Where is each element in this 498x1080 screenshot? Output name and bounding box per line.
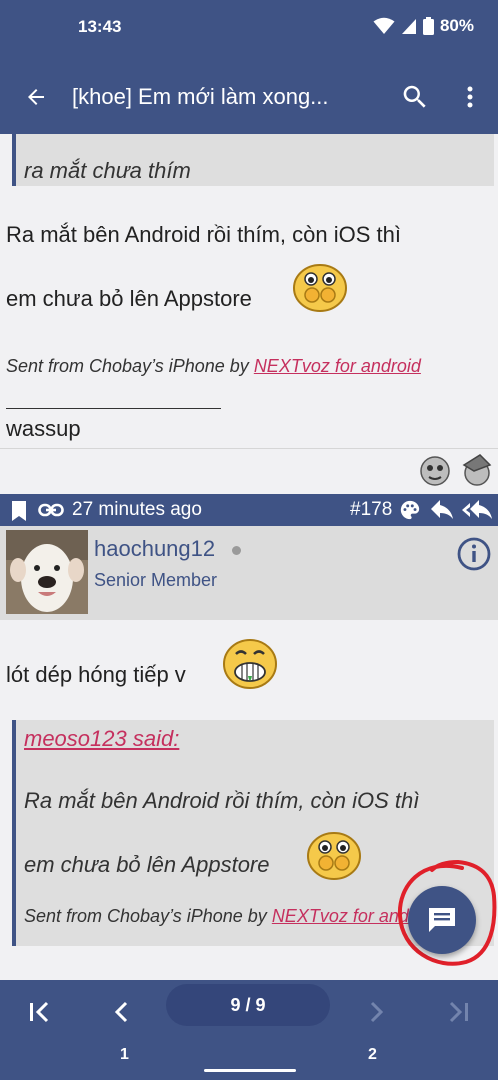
more-vert-icon — [467, 86, 473, 108]
quote-text-line: em chưa bỏ lên Appstore — [24, 852, 270, 877]
chevron-left-icon — [114, 1001, 128, 1023]
quote-signature: Sent from Chobay’s iPhone by NEXTvoz for… — [24, 906, 439, 927]
arrow-back-icon — [28, 89, 44, 105]
post-number[interactable]: #178 — [350, 499, 392, 521]
quote-text: ra mắt chưa thím — [24, 158, 191, 183]
palette-icon[interactable] — [398, 499, 422, 521]
user-rank: Senior Member — [94, 570, 218, 590]
status-icons: 80% — [373, 16, 474, 36]
quote-author-link[interactable]: meoso123 said: — [24, 726, 179, 752]
reply-icon[interactable] — [430, 500, 454, 520]
thread-content[interactable]: ra mắt chưa thím Ra mắt bên Android rồi … — [0, 134, 498, 980]
shy-emoji-icon — [293, 264, 347, 312]
signature: Sent from Chobay’s iPhone by NEXTvoz for… — [6, 356, 421, 377]
user-card[interactable]: haochung12 Senior Member — [0, 526, 498, 620]
bookmark-icon[interactable] — [10, 500, 28, 522]
page-indicator[interactable]: 9 / 9 — [166, 984, 330, 1026]
avatar[interactable] — [6, 530, 88, 614]
shy-emoji-icon — [307, 832, 361, 880]
reply-all-icon[interactable] — [462, 500, 494, 520]
chevron-right-icon — [370, 1001, 384, 1023]
next-page-button[interactable] — [356, 992, 396, 1032]
last-page-button[interactable] — [438, 992, 478, 1032]
thread-title: [khoe] Em mới làm xong... — [72, 84, 329, 109]
pagination-bar: 9 / 9 1 2 — [0, 980, 498, 1080]
signature-prefix: Sent from Chobay’s iPhone by — [24, 906, 272, 926]
online-status-dot — [232, 546, 241, 555]
post-body-line: Ra mắt bên Android rồi thím, còn iOS thì — [6, 222, 401, 247]
reaction-row — [0, 448, 498, 494]
post-body-line: lót dép hóng tiếp v — [6, 662, 186, 687]
signature-divider — [6, 408, 221, 409]
quote-text-line: Ra mắt bên Android rồi thím, còn iOS thì — [24, 788, 420, 813]
post-header: 27 minutes ago #178 — [0, 494, 498, 526]
post-time: 27 minutes ago — [72, 499, 202, 520]
signal-icon — [401, 19, 416, 34]
battery-icon — [422, 17, 434, 35]
status-bar: 13:43 80% — [0, 0, 498, 60]
first-page-button[interactable] — [20, 992, 60, 1032]
quote-block-previous: ra mắt chưa thím — [12, 134, 494, 186]
info-icon[interactable] — [456, 536, 492, 572]
signature-extra-text: wassup — [6, 416, 81, 441]
wifi-icon — [373, 17, 395, 34]
search-button[interactable] — [400, 82, 430, 112]
reaction-face-icon[interactable] — [418, 453, 452, 487]
page-left-label: 1 — [120, 1046, 129, 1063]
last-page-icon — [449, 1001, 468, 1023]
reaction-hat-icon[interactable] — [460, 453, 494, 487]
page-right-label: 2 — [368, 1046, 377, 1063]
username[interactable]: haochung12 — [94, 536, 215, 562]
battery-percent: 80% — [439, 16, 474, 35]
grin-emoji-icon — [223, 639, 277, 689]
app-bar: [khoe] Em mới làm xong... — [0, 60, 498, 134]
previous-page-button[interactable] — [102, 992, 142, 1032]
more-options-button[interactable] — [460, 82, 480, 112]
search-icon — [403, 85, 426, 108]
post-body-line: em chưa bỏ lên Appstore — [6, 286, 252, 311]
signature-link[interactable]: NEXTvoz for android — [254, 356, 421, 376]
status-time: 13:43 — [78, 17, 122, 36]
quick-reply-button[interactable] — [408, 886, 476, 954]
chat-icon — [429, 908, 455, 932]
first-page-icon — [30, 1001, 49, 1023]
home-indicator[interactable] — [204, 1069, 296, 1072]
link-icon[interactable] — [38, 500, 64, 520]
back-button[interactable] — [0, 60, 72, 134]
signature-prefix: Sent from Chobay’s iPhone by — [6, 356, 254, 376]
